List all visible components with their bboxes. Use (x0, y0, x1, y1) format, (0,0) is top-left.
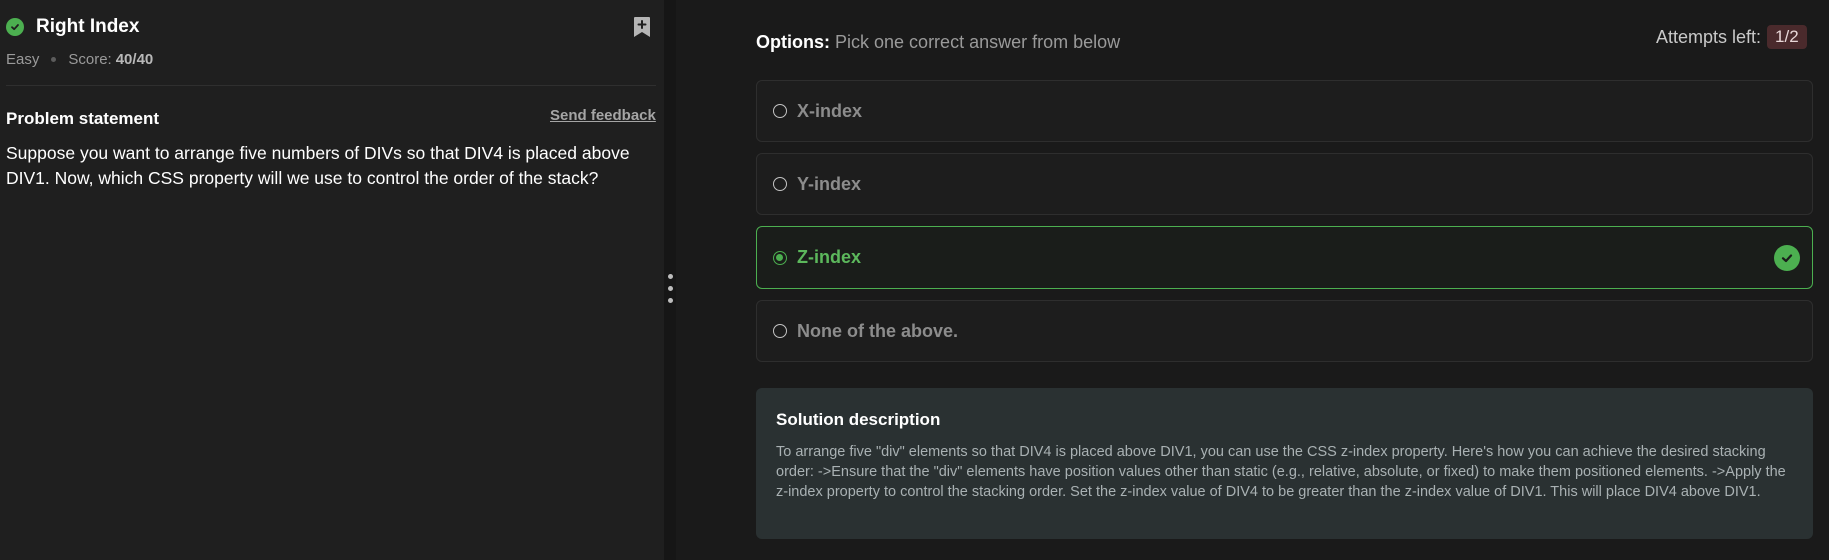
meta-separator (51, 57, 57, 62)
score-label: Score: (68, 51, 112, 68)
option-label: Z-index (797, 247, 862, 267)
send-feedback-link[interactable]: Send feedback (550, 107, 656, 124)
score-value: 40/40 (115, 51, 154, 68)
problem-title-row: Right Index (6, 16, 139, 38)
options-instruction: Pick one correct answer from below (835, 32, 1121, 52)
radio-button[interactable] (773, 324, 787, 338)
check-circle-icon (1774, 244, 1800, 271)
option-label: X-index (797, 100, 863, 121)
difficulty-label: Easy (6, 51, 40, 68)
solved-check-icon (6, 18, 24, 36)
solution-panel: Solution description To arrange five "di… (756, 388, 1813, 539)
problem-meta: Easy Score: 40/40 (6, 51, 153, 68)
radio-button[interactable] (773, 177, 787, 191)
option-label: Y-index (797, 173, 862, 194)
option-z-index[interactable]: Z-index (756, 226, 1813, 289)
options-label: Options: (756, 32, 830, 52)
radio-button-selected[interactable] (773, 250, 787, 265)
vertical-dots-icon (668, 286, 673, 291)
problem-statement-text: Suppose you want to arrange five numbers… (6, 143, 630, 188)
attempts-label: Attempts left: (1656, 26, 1762, 47)
vertical-dots-icon (668, 298, 673, 303)
problem-title: Right Index (36, 16, 140, 37)
solution-title: Solution description (776, 410, 941, 429)
bookmark-add-icon[interactable] (632, 16, 652, 38)
attempts-indicator: Attempts left: 1/2 (1656, 25, 1807, 49)
option-x-index[interactable]: X-index (756, 80, 1813, 142)
solution-text: To arrange five "div" elements so that D… (776, 444, 1786, 500)
options-header: Options: Pick one correct answer from be… (756, 32, 1120, 53)
divider (6, 85, 656, 86)
problem-panel: Right Index Easy Score: 40/40 Problem st… (0, 0, 664, 560)
radio-button[interactable] (773, 104, 787, 118)
problem-statement-heading: Problem statement (6, 109, 160, 128)
option-none-of-the-above[interactable]: None of the above. (756, 300, 1813, 362)
attempts-badge: 1/2 (1767, 25, 1807, 49)
option-label: None of the above. (797, 320, 959, 341)
vertical-dots-icon (668, 274, 673, 279)
answer-panel: Options: Pick one correct answer from be… (676, 0, 1829, 560)
pane-resize-handle[interactable] (664, 0, 676, 560)
option-y-index[interactable]: Y-index (756, 153, 1813, 215)
